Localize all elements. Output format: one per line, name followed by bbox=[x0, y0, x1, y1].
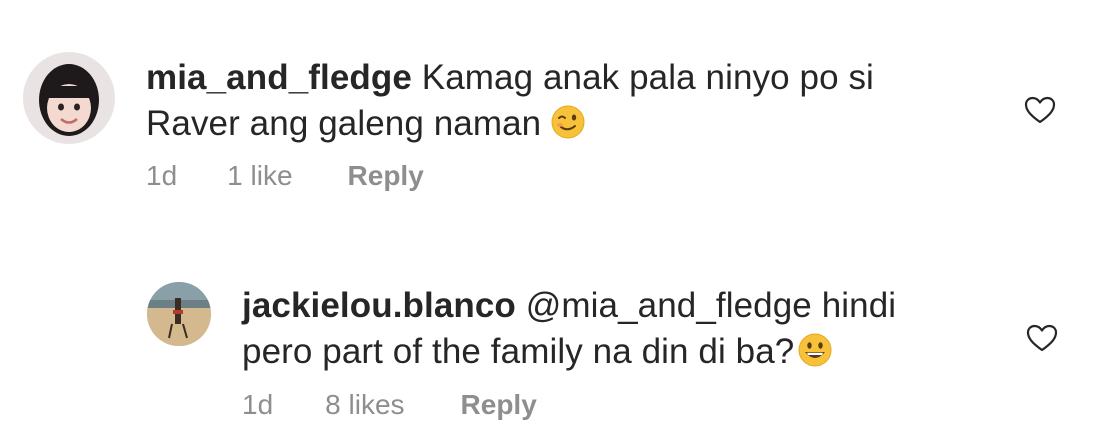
comment-age: 1d bbox=[242, 389, 274, 420]
comment-likes[interactable]: 8 likes bbox=[325, 389, 404, 421]
avatar[interactable] bbox=[23, 52, 115, 144]
comment-meta: 1d 1 like Reply bbox=[146, 160, 424, 192]
comment-text-line2: Raver ang galeng naman bbox=[146, 104, 542, 143]
comment-username[interactable]: jackielou.blanco bbox=[242, 286, 516, 325]
like-heart-icon[interactable] bbox=[1024, 96, 1056, 124]
mention-link[interactable]: @mia_and_fledge bbox=[526, 286, 812, 325]
comment-text-line1: hindi bbox=[821, 286, 897, 325]
comment-likes[interactable]: 1 like bbox=[227, 160, 292, 192]
comment-text-line1: Kamag anak pala ninyo po si bbox=[421, 58, 874, 97]
winking-face-emoji-icon bbox=[551, 105, 585, 139]
like-heart-icon[interactable] bbox=[1026, 324, 1058, 352]
reply-button[interactable]: Reply bbox=[461, 389, 537, 421]
user-photo-icon bbox=[147, 282, 211, 346]
avatar[interactable] bbox=[147, 282, 211, 346]
comment-username[interactable]: mia_and_fledge bbox=[146, 58, 412, 97]
reply-button[interactable]: Reply bbox=[348, 160, 424, 192]
comment-text-line2: pero part of the family na din di ba? bbox=[242, 332, 795, 371]
comment-meta: 1d 8 likes Reply bbox=[242, 389, 537, 421]
grinning-face-emoji-icon bbox=[798, 333, 832, 367]
user-photo-icon bbox=[23, 52, 115, 144]
comment-age: 1d bbox=[146, 160, 178, 191]
